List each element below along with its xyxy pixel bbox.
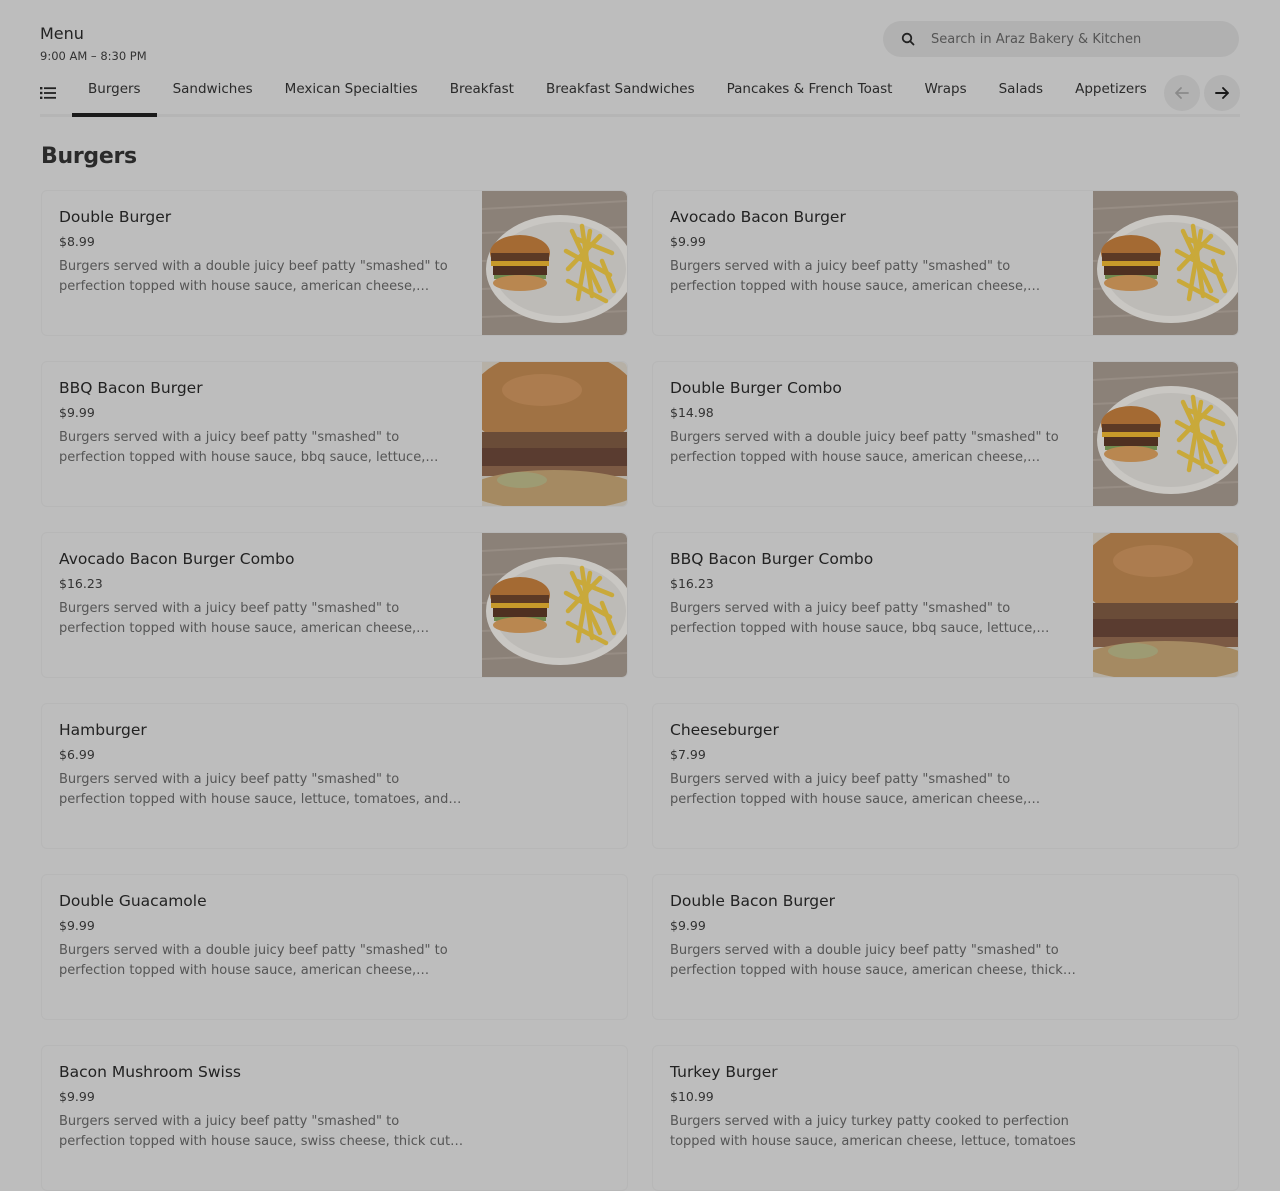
menu-item-name: Double Burger <box>59 208 172 226</box>
menu-item-card[interactable]: Avocado Bacon Burger Combo $16.23 Burgers … <box>41 532 628 678</box>
menu-item-price: $14.98 <box>670 405 714 420</box>
search-icon <box>901 32 915 46</box>
menu-item-price: $9.99 <box>670 918 706 933</box>
menu-item-description: Burgers served with a juicy beef patty "… <box>59 601 417 636</box>
menu-item-description: Burgers served with a double juicy beef … <box>670 943 1063 978</box>
menu-item-card[interactable]: Bacon Mushroom Swiss $9.99 Burgers served … <box>41 1045 628 1191</box>
menu-item-description: Burgers served with a double juicy beef … <box>670 430 1059 465</box>
menu-item-card[interactable]: Double Bacon Burger $9.99 Burgers served w… <box>652 874 1239 1020</box>
menu-item-name: Turkey Burger <box>670 1063 778 1081</box>
menu-item-name: Cheeseburger <box>670 721 779 739</box>
menu-item-name: Avocado Bacon Burger <box>670 208 846 226</box>
category-nav: Burgers Sandwiches Mexican Specialties Brea… <box>40 72 1240 118</box>
menu-item-price: $9.99 <box>59 405 95 420</box>
menu-item-price: $9.99 <box>59 918 95 933</box>
menu-item-name: BBQ Bacon Burger <box>59 379 203 397</box>
menu-item-card[interactable]: Double Burger $8.99 Burgers served with a … <box>41 190 628 336</box>
tab-burgers[interactable]: Burgers <box>72 72 157 118</box>
section-title: Burgers <box>41 144 137 169</box>
menu-item-description: Burgers served with a juicy beef patty "… <box>670 772 1028 807</box>
menu-item-price: $9.99 <box>670 234 706 249</box>
menu-item-name: Double Guacamole <box>59 892 207 910</box>
tab-salads[interactable]: Salads <box>983 72 1059 118</box>
burger-closeup-photo <box>482 362 627 506</box>
tab-appetizers[interactable]: Appetizers <box>1059 72 1163 118</box>
menu-item-description: Burgers served with a double juicy beef … <box>59 943 448 978</box>
menu-item-card[interactable]: Hamburger $6.99 Burgers served with a juic… <box>41 703 628 849</box>
tab-mexican-specialties[interactable]: Mexican Specialties <box>269 72 434 118</box>
burger-closeup-photo <box>1093 533 1238 677</box>
menu-item-description: Burgers served with a juicy turkey patty… <box>670 1114 1076 1149</box>
menu-item-photo <box>1093 362 1238 506</box>
menu-item-description: Burgers served with a double juicy beef … <box>59 259 448 294</box>
tab-sandwiches[interactable]: Sandwiches <box>157 72 269 118</box>
category-list-icon[interactable] <box>40 85 56 99</box>
menu-item-name: Avocado Bacon Burger Combo <box>59 550 295 568</box>
menu-item-description: Burgers served with a juicy beef patty "… <box>670 601 1037 636</box>
menu-item-card[interactable]: Double Burger Combo $14.98 Burgers served … <box>652 361 1239 507</box>
menu-item-description: Burgers served with a juicy beef patty "… <box>59 430 426 465</box>
tab-wraps[interactable]: Wraps <box>908 72 982 118</box>
menu-item-photo <box>1093 191 1238 335</box>
menu-item-description: Burgers served with a juicy beef patty "… <box>670 259 1028 294</box>
burger-fries-photo <box>1093 362 1238 506</box>
arrow-right-icon <box>1215 87 1229 99</box>
menu-item-price: $7.99 <box>670 747 706 762</box>
menu-item-card[interactable]: Double Guacamole $9.99 Burgers served with… <box>41 874 628 1020</box>
scroll-left-button[interactable] <box>1164 75 1200 111</box>
scroll-right-button[interactable] <box>1204 75 1240 111</box>
menu-item-price: $10.99 <box>670 1089 714 1104</box>
search-input[interactable] <box>929 30 1213 48</box>
menu-hours: 9:00 AM – 8:30 PM <box>40 49 147 63</box>
menu-item-card[interactable]: Cheeseburger $7.99 Burgers served with a j… <box>652 703 1239 849</box>
menu-item-description: Burgers served with a juicy beef patty "… <box>59 1114 451 1149</box>
search-bar[interactable] <box>883 21 1239 57</box>
menu-item-price: $9.99 <box>59 1089 95 1104</box>
menu-item-description: Burgers served with a juicy beef patty "… <box>59 772 449 807</box>
menu-item-photo <box>482 362 627 506</box>
burger-fries-photo <box>482 191 627 335</box>
menu-item-name: Bacon Mushroom Swiss <box>59 1063 241 1081</box>
arrow-left-icon <box>1175 87 1189 99</box>
menu-item-price: $6.99 <box>59 747 95 762</box>
menu-item-photo <box>482 191 627 335</box>
menu-item-price: $16.23 <box>670 576 714 591</box>
menu-item-photo <box>1093 533 1238 677</box>
tab-breakfast[interactable]: Breakfast <box>434 72 530 118</box>
menu-item-card[interactable]: Avocado Bacon Burger $9.99 Burgers served … <box>652 190 1239 336</box>
menu-item-card[interactable]: BBQ Bacon Burger Combo $16.23 Burgers serv… <box>652 532 1239 678</box>
menu-item-price: $8.99 <box>59 234 95 249</box>
menu-item-name: Double Bacon Burger <box>670 892 836 910</box>
menu-title: Menu <box>40 24 84 43</box>
burger-fries-photo <box>1093 191 1238 335</box>
menu-item-name: Hamburger <box>59 721 147 739</box>
menu-item-name: Double Burger Combo <box>670 379 842 397</box>
menu-item-name: BBQ Bacon Burger Combo <box>670 550 874 568</box>
tab-breakfast-sandwiches[interactable]: Breakfast Sandwiches <box>530 72 711 118</box>
burger-fries-photo <box>482 533 627 677</box>
tab-pancakes-french-toast[interactable]: Pancakes & French Toast <box>711 72 909 118</box>
menu-item-photo <box>482 533 627 677</box>
menu-item-card[interactable]: Turkey Burger $10.99 Burgers served with a… <box>652 1045 1239 1191</box>
menu-item-card[interactable]: BBQ Bacon Burger $9.99 Burgers served with… <box>41 361 628 507</box>
menu-header: Menu 9:00 AM – 8:30 PM <box>40 24 147 63</box>
menu-item-price: $16.23 <box>59 576 103 591</box>
